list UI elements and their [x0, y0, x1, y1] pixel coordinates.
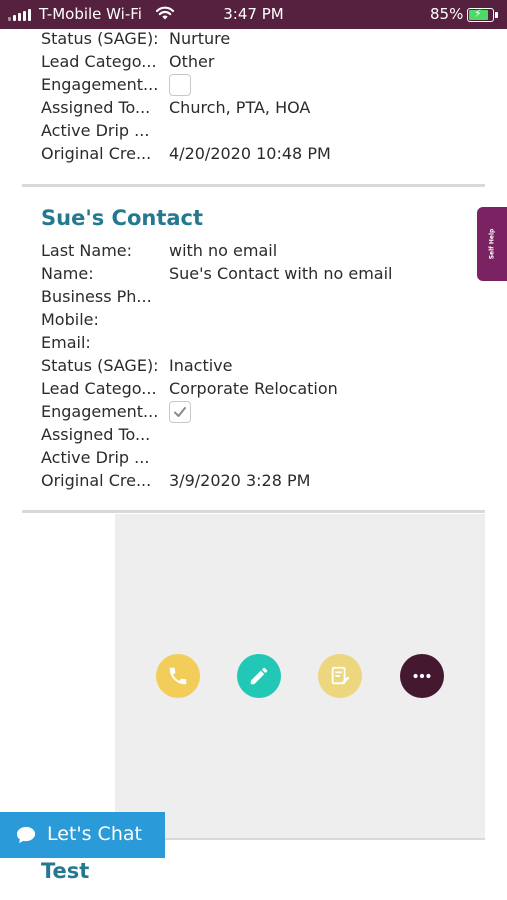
field-label: Assigned To... [41, 425, 151, 444]
field-label: Status (SAGE): [41, 29, 159, 48]
field-value: Other [169, 52, 215, 71]
status-bar: T-Mobile Wi-Fi 3:47 PM 85% ⚡ [0, 0, 507, 29]
field-label: Assigned To... [41, 98, 151, 117]
lets-chat-button[interactable]: Let's Chat [0, 812, 165, 858]
field-value: Church, PTA, HOA [169, 98, 311, 117]
contact-name-link[interactable]: Test [41, 859, 89, 883]
call-button[interactable] [156, 654, 200, 698]
field-value: Inactive [169, 356, 233, 375]
field-value: 4/20/2020 10:48 PM [169, 144, 331, 163]
field-value: with no email [169, 241, 278, 260]
field-value: Sue's Contact with no email [169, 264, 393, 283]
contact-name-link[interactable]: Sue's Contact [41, 206, 203, 230]
field-label: Engagement... [41, 75, 159, 94]
card-divider [22, 184, 485, 187]
field-value: Nurture [169, 29, 231, 48]
card-divider [115, 838, 485, 840]
field-label: Lead Catego... [41, 379, 157, 398]
note-icon [331, 666, 350, 685]
self-help-tab[interactable]: Self Help [477, 207, 507, 281]
engagement-checkbox[interactable] [169, 74, 191, 96]
field-label: Last Name: [41, 241, 133, 260]
field-label: Business Ph... [41, 287, 152, 306]
field-label: Name: [41, 264, 94, 283]
notes-button[interactable] [318, 654, 362, 698]
more-icon [413, 673, 431, 679]
field-label: Active Drip ... [41, 121, 150, 140]
field-label: Mobile: [41, 310, 99, 329]
field-label: Engagement... [41, 402, 159, 421]
field-label: Email: [41, 333, 91, 352]
more-options-button[interactable] [400, 654, 444, 698]
phone-icon [169, 667, 187, 685]
field-label: Lead Catego... [41, 52, 157, 71]
self-help-label: Self Help [488, 228, 496, 260]
battery-charging-icon: ⚡ [467, 7, 498, 22]
field-label: Original Cre... [41, 144, 152, 163]
chat-label: Let's Chat [47, 823, 142, 845]
checkmark-icon [174, 407, 186, 417]
field-label: Original Cre... [41, 471, 152, 490]
engagement-checkbox[interactable] [169, 401, 191, 423]
chat-bubble-icon [16, 826, 36, 844]
field-value: Corporate Relocation [169, 379, 338, 398]
field-label: Status (SAGE): [41, 356, 159, 375]
field-label: Active Drip ... [41, 448, 150, 467]
pencil-icon [250, 667, 268, 685]
card-divider [22, 510, 485, 513]
field-value: 3/9/2020 3:28 PM [169, 471, 311, 490]
battery-percent: 85% [430, 5, 464, 23]
edit-button[interactable] [237, 654, 281, 698]
